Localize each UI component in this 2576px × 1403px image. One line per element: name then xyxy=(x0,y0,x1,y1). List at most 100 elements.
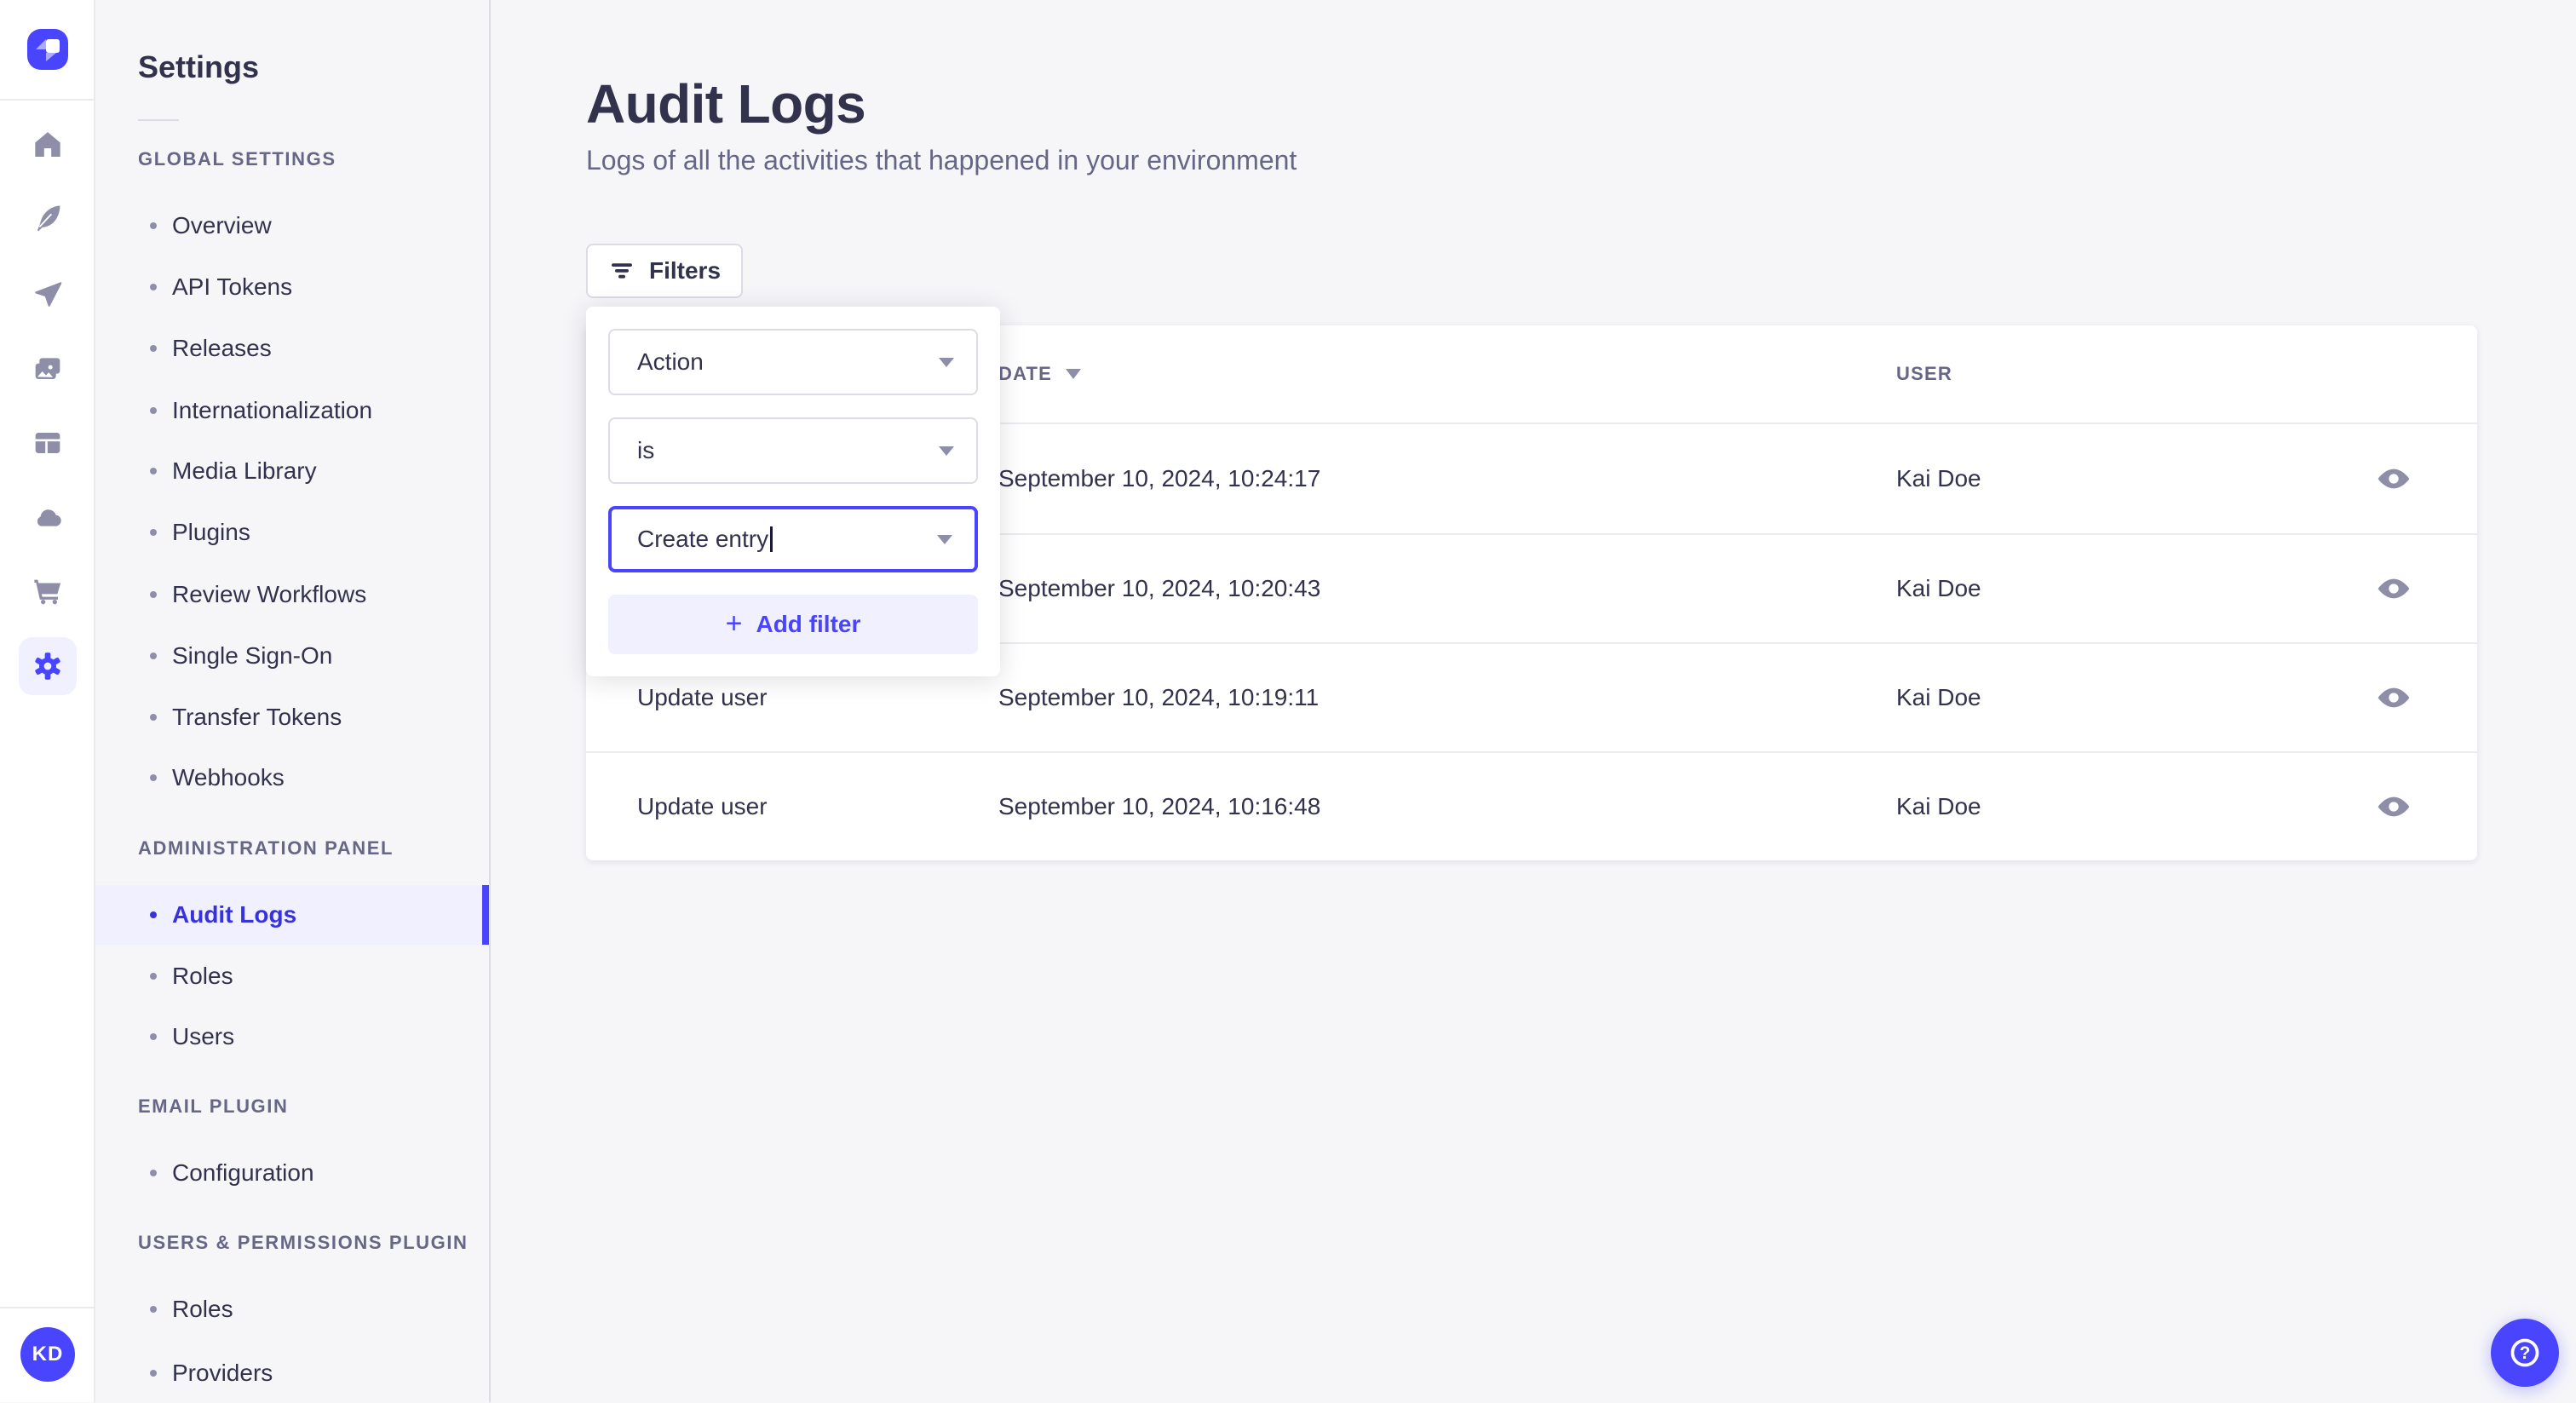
sidebar-item-overview[interactable]: Overview xyxy=(95,196,489,256)
filters-button[interactable]: Filters xyxy=(586,244,744,298)
sidebar-item-label: Review Workflows xyxy=(172,581,367,607)
layout-icon[interactable] xyxy=(31,426,65,460)
page-subtitle: Logs of all the activities that happened… xyxy=(586,145,1297,175)
avatar[interactable]: KD xyxy=(20,1327,75,1382)
sidebar-item-label: Internationalization xyxy=(172,397,373,423)
bullet-icon xyxy=(150,714,157,721)
bullet-icon xyxy=(150,345,157,352)
subnav-title-divider xyxy=(138,119,179,121)
table-row: Update user September 10, 2024, 10:16:48… xyxy=(586,751,2477,860)
text-cursor xyxy=(770,526,773,552)
sidebar-item-roles[interactable]: Roles xyxy=(95,946,489,1006)
bullet-icon xyxy=(150,911,157,918)
question-mark-icon: ? xyxy=(2520,1343,2531,1363)
filter-field-value: Action xyxy=(637,348,704,375)
filters-button-label: Filters xyxy=(649,257,722,284)
sidebar-item-providers[interactable]: Providers xyxy=(95,1343,489,1403)
sidebar-item-roles-up[interactable]: Roles xyxy=(95,1279,489,1339)
bullet-icon xyxy=(150,1370,157,1377)
sidebar-item-label: Users xyxy=(172,1023,235,1049)
sidebar-item-label: Audit Logs xyxy=(172,901,297,928)
cell-date: September 10, 2024, 10:19:11 xyxy=(998,684,1320,710)
gear-icon[interactable] xyxy=(31,649,65,683)
sidebar-item-label: Configuration xyxy=(172,1159,314,1186)
add-filter-label: Add filter xyxy=(756,611,861,637)
bullet-icon xyxy=(150,653,157,659)
filter-operator-value: is xyxy=(637,437,655,463)
chevron-down-icon xyxy=(937,534,952,544)
active-indicator-bar xyxy=(482,885,489,945)
sidebar-item-internationalization[interactable]: Internationalization xyxy=(95,381,489,440)
chevron-down-icon xyxy=(939,357,954,367)
cart-icon[interactable] xyxy=(31,574,65,608)
section-heading-administration-panel: ADMINISTRATION PANEL xyxy=(138,837,394,859)
subnav-title: Settings xyxy=(138,49,260,84)
sidebar-item-review-workflows[interactable]: Review Workflows xyxy=(95,565,489,624)
cell-date: September 10, 2024, 10:20:43 xyxy=(998,575,1321,601)
main-content: Audit Logs Logs of all the activities th… xyxy=(491,0,2576,1402)
rail-divider-bottom xyxy=(0,1307,95,1308)
paper-plane-icon[interactable] xyxy=(31,278,65,312)
column-header-date-label: DATE xyxy=(998,363,1053,384)
strapi-logo-fold-bottom xyxy=(46,53,56,61)
sidebar-item-releases[interactable]: Releases xyxy=(95,319,489,378)
filter-field-select[interactable]: Action xyxy=(608,329,978,395)
sidebar-item-users[interactable]: Users xyxy=(95,1007,489,1067)
add-filter-button[interactable]: + Add filter xyxy=(608,595,978,654)
sidebar-item-media-library[interactable]: Media Library xyxy=(95,441,489,501)
feather-icon[interactable] xyxy=(31,201,65,235)
section-heading-global-settings: GLOBAL SETTINGS xyxy=(138,148,336,170)
help-button[interactable]: ? xyxy=(2491,1319,2559,1387)
bullet-icon xyxy=(150,529,157,536)
filter-value-text: Create entry xyxy=(637,526,769,552)
cell-user: Kai Doe xyxy=(1896,575,1981,601)
cloud-icon[interactable] xyxy=(31,501,65,535)
bullet-icon xyxy=(150,284,157,290)
bullet-icon xyxy=(150,774,157,781)
sidebar-item-api-tokens[interactable]: API Tokens xyxy=(95,257,489,317)
strapi-logo[interactable] xyxy=(27,29,68,70)
view-details-eye-icon[interactable] xyxy=(2366,561,2421,616)
view-details-eye-icon[interactable] xyxy=(2366,779,2421,834)
plus-icon: + xyxy=(725,607,743,640)
sidebar-item-label: Roles xyxy=(172,963,233,989)
bullet-icon xyxy=(150,222,157,229)
sort-caret-icon xyxy=(1066,369,1082,379)
sidebar-item-plugins[interactable]: Plugins xyxy=(95,503,489,562)
sidebar-item-label: API Tokens xyxy=(172,273,293,300)
cell-user: Kai Doe xyxy=(1896,793,1981,819)
view-details-eye-icon[interactable] xyxy=(2366,670,2421,725)
sidebar-item-configuration[interactable]: Configuration xyxy=(95,1143,489,1203)
column-header-date[interactable]: DATE xyxy=(998,363,1896,385)
section-heading-users-permissions-plugin: USERS & PERMISSIONS PLUGIN xyxy=(138,1232,469,1253)
sidebar-item-audit-logs[interactable]: Audit Logs xyxy=(95,885,489,945)
pictures-icon[interactable] xyxy=(31,353,65,387)
column-header-user: USER xyxy=(1896,363,2363,385)
chevron-down-icon xyxy=(939,446,954,456)
cell-date: September 10, 2024, 10:16:48 xyxy=(998,793,1321,819)
page-title: Audit Logs xyxy=(586,73,866,135)
cell-user: Kai Doe xyxy=(1896,684,1981,710)
bullet-icon xyxy=(150,1170,157,1176)
sidebar-item-label: Transfer Tokens xyxy=(172,704,342,730)
cell-action: Update user xyxy=(637,793,768,819)
filter-icon xyxy=(608,257,635,285)
view-details-eye-icon[interactable] xyxy=(2366,451,2421,506)
bullet-icon xyxy=(150,407,157,414)
sidebar-item-transfer-tokens[interactable]: Transfer Tokens xyxy=(95,687,489,747)
home-icon[interactable] xyxy=(31,128,65,162)
filter-value-select[interactable]: Create entry xyxy=(608,506,978,572)
cell-date: September 10, 2024, 10:24:17 xyxy=(998,465,1321,492)
column-header-user-label: USER xyxy=(1896,363,1952,384)
bullet-icon xyxy=(150,468,157,474)
strapi-logo-square xyxy=(46,39,60,53)
sidebar-item-webhooks[interactable]: Webhooks xyxy=(95,748,489,808)
rail-divider-top xyxy=(0,99,95,101)
filter-operator-select[interactable]: is xyxy=(608,417,978,484)
sidebar-item-single-sign-on[interactable]: Single Sign-On xyxy=(95,626,489,686)
cell-user: Kai Doe xyxy=(1896,465,1981,492)
sidebar-item-label: Single Sign-On xyxy=(172,642,333,669)
filters-popover: Action is Create entry + Add filter xyxy=(586,307,1000,676)
section-heading-email-plugin: EMAIL PLUGIN xyxy=(138,1095,289,1117)
sidebar-item-label: Roles xyxy=(172,1296,233,1322)
